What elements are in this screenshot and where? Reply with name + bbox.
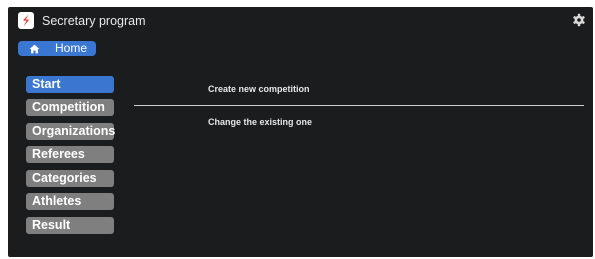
sidebar-item-result[interactable]: Result	[26, 217, 114, 234]
divider	[134, 105, 584, 106]
home-button[interactable]: Home	[18, 41, 96, 56]
sidebar-item-athletes[interactable]: Athletes	[26, 193, 114, 210]
sidebar-item-label: Start	[32, 77, 61, 91]
create-new-competition-option[interactable]: Create new competition	[208, 84, 310, 95]
app-logo-icon	[18, 12, 34, 29]
home-button-label: Home	[55, 41, 88, 55]
home-icon	[29, 43, 40, 58]
app-window: Secretary program Home Start Competition	[8, 7, 593, 257]
sidebar-item-start[interactable]: Start	[26, 76, 114, 93]
sidebar-item-label: Result	[32, 218, 71, 232]
change-existing-option[interactable]: Change the existing one	[208, 117, 312, 128]
app-title: Secretary program	[42, 14, 146, 28]
sidebar-item-categories[interactable]: Categories	[26, 170, 114, 187]
sidebar-item-competition[interactable]: Competition	[26, 99, 114, 116]
title-bar: Secretary program	[8, 7, 593, 35]
sidebar-item-label: Athletes	[32, 194, 82, 208]
sidebar-item-label: Competition	[32, 100, 105, 114]
sidebar-item-organizations[interactable]: Organizations	[26, 123, 116, 140]
sidebar-item-label: Referees	[32, 147, 85, 161]
sidebar-item-label: Organizations	[32, 124, 116, 138]
sidebar-item-label: Categories	[32, 171, 97, 185]
sidebar-item-referees[interactable]: Referees	[26, 146, 114, 163]
gear-icon[interactable]	[572, 13, 586, 27]
